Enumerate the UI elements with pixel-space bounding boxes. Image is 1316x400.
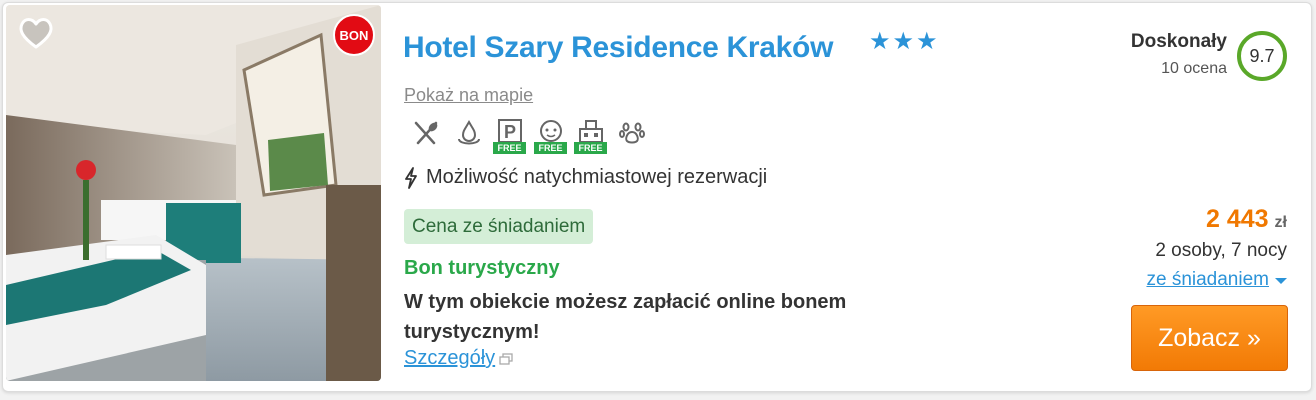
instant-booking-text: Możliwość natychmiastowej rezerwacji [426,166,768,188]
amenity-parking[interactable]: P FREE [493,119,527,155]
hotel-photo[interactable]: BON [6,5,381,381]
chevron-down-icon [1275,278,1287,284]
amenity-restaurant[interactable] [409,119,443,155]
rating-score-badge: 9.7 [1237,31,1287,81]
instant-booking-info: Możliwość natychmiastowej rezerwacji [404,166,767,189]
details-link[interactable]: Szczegóły [404,347,513,370]
room-image [6,5,381,381]
price-currency: zł [1274,214,1287,231]
hotel-offer-card: BON Hotel Szary Residence Kraków ★★★ Pok… [2,2,1312,392]
lightning-icon [405,166,417,189]
free-badge: FREE [574,142,607,154]
free-badge: FREE [493,142,526,154]
view-offer-button[interactable]: Zobacz » [1131,305,1288,371]
persons-nights: 2 osoby, 7 nocy [1155,240,1287,261]
bon-turystyczny-description: W tym obiekcie możesz zapłacić online bo… [404,291,847,343]
paw-icon [619,122,645,144]
water-drop-icon [458,119,480,145]
rating-label: Doskonały [1130,31,1227,52]
details-link-label: Szczegóły [404,347,496,369]
hotel-name-link[interactable]: Hotel Szary Residence Kraków [403,31,833,65]
parking-icon: P [498,119,522,143]
rating-count: 10 ocena [1161,60,1227,77]
board-type-label: ze śniadaniem [1146,269,1269,290]
amenity-pets[interactable] [615,119,649,155]
kids-icon [540,120,562,142]
external-window-icon [499,352,513,365]
show-on-map-link[interactable]: Pokaż na mapie [404,85,533,106]
building-icon [579,120,603,143]
price-amount: 2 443 [1205,205,1269,233]
bon-badge: BON [333,14,375,56]
svg-text:P: P [504,122,516,142]
favorite-heart-icon[interactable] [16,13,56,53]
price: 2 443 zł [1206,205,1287,234]
amenity-spa[interactable] [452,119,486,155]
board-type-dropdown[interactable]: ze śniadaniem [1146,269,1287,291]
star-rating: ★★★ [869,28,940,55]
free-badge: FREE [534,142,567,154]
bon-turystyczny-title: Bon turystyczny [404,257,560,279]
amenity-building[interactable]: FREE [574,119,608,155]
breakfast-included-tag: Cena ze śniadaniem [404,209,594,244]
restaurant-icon [414,121,438,145]
amenity-kids[interactable]: FREE [534,119,568,155]
